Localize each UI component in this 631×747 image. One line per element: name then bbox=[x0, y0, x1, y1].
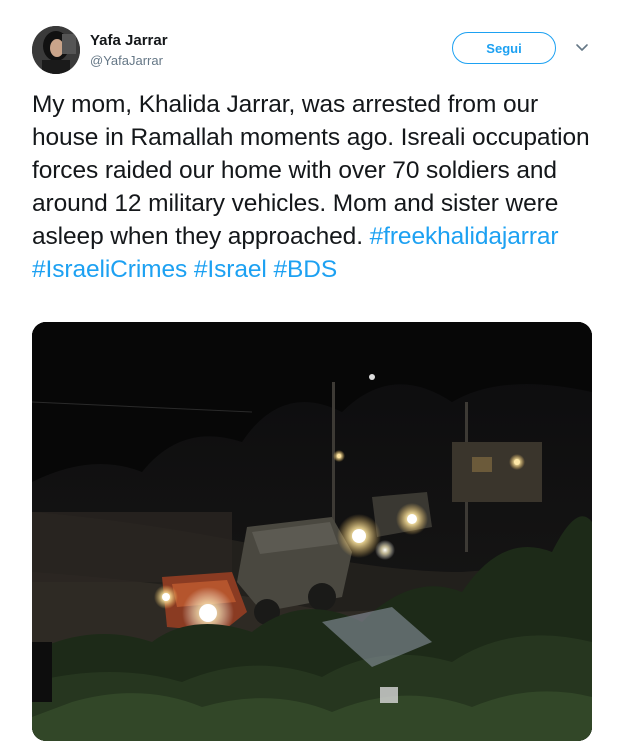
author-handle[interactable]: @YafaJarrar bbox=[90, 53, 163, 68]
author-name[interactable]: Yafa Jarrar bbox=[90, 32, 168, 49]
chevron-down-icon[interactable] bbox=[572, 38, 592, 58]
tweet-header: Yafa Jarrar @YafaJarrar Segui bbox=[0, 0, 631, 90]
tweet-media[interactable] bbox=[32, 322, 592, 741]
hashtag-link[interactable]: #IsraeliCrimes bbox=[32, 256, 187, 283]
avatar[interactable] bbox=[32, 26, 80, 74]
avatar-photo bbox=[32, 26, 80, 74]
night-raid-photo bbox=[32, 322, 592, 741]
hashtag-link[interactable]: #BDS bbox=[273, 256, 337, 283]
follow-button[interactable]: Segui bbox=[452, 32, 556, 64]
hashtag-link[interactable]: #freekhalidajarrar bbox=[370, 223, 559, 250]
hashtag-link[interactable]: #Israel bbox=[194, 256, 267, 283]
tweet-text: My mom, Khalida Jarrar, was arrested fro… bbox=[32, 88, 602, 286]
